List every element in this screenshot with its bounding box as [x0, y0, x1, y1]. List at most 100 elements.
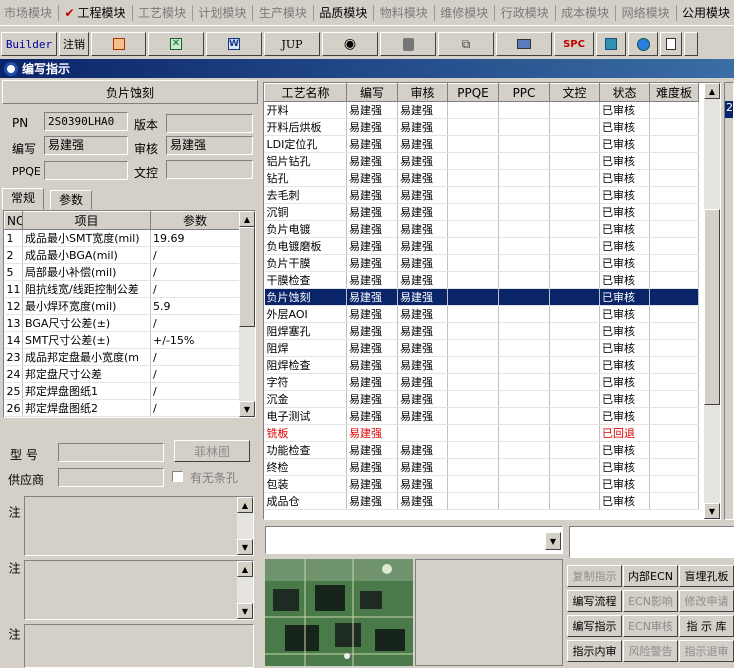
ppqe-field[interactable] — [44, 161, 128, 180]
grid-col-header[interactable]: 编写 — [347, 84, 398, 102]
table-row[interactable]: 外层AOI易建强易建强已审核 — [265, 306, 699, 323]
printer-icon[interactable] — [496, 32, 552, 56]
word-icon[interactable]: W — [206, 32, 262, 56]
param-row[interactable]: 26邦定焊盘图纸2/ — [5, 400, 240, 417]
menu-item-8[interactable]: 行政模块 — [497, 2, 553, 24]
order-note-field[interactable] — [24, 624, 254, 668]
scroll-down-icon[interactable]: ▼ — [237, 539, 253, 555]
spc-button[interactable]: SPC — [554, 32, 594, 56]
table-row[interactable]: 电子测试易建强易建强已审核 — [265, 408, 699, 425]
menu-item-11[interactable]: 公用模块 — [678, 2, 734, 24]
menu-item-6[interactable]: 物料模块 — [376, 2, 432, 24]
table-row[interactable]: 铝片钻孔易建强易建强已审核 — [265, 153, 699, 170]
table-row[interactable]: 干膜检查易建强易建强已审核 — [265, 272, 699, 289]
param-row[interactable]: 11阻抗线宽/线距控制公差/ — [5, 281, 240, 298]
action-button-11[interactable]: 指示退审 — [679, 640, 734, 662]
grid-col-header[interactable]: 审核 — [398, 84, 448, 102]
grid-col-header[interactable]: 工艺名称 — [265, 84, 347, 102]
builder-button[interactable]: Builder — [1, 32, 57, 56]
action-button-9[interactable]: 指示内审 — [567, 640, 622, 662]
table-row[interactable]: 阻焊塞孔易建强易建强已审核 — [265, 323, 699, 340]
model-note-field[interactable]: ▲▼ — [24, 560, 254, 620]
scroll-thumb[interactable] — [239, 227, 255, 327]
new-document-icon[interactable] — [660, 32, 682, 56]
params-scrollbar[interactable]: ▲ ▼ — [239, 211, 255, 417]
model-field[interactable] — [58, 443, 164, 462]
table-row[interactable]: 沉金易建强易建强已审核 — [265, 391, 699, 408]
action-button-2[interactable]: 盲埋孔板 — [679, 565, 734, 587]
table-row[interactable]: 终检易建强易建强已审核 — [265, 459, 699, 476]
param-row[interactable]: 13BGA尺寸公差(±)/ — [5, 315, 240, 332]
dropdown-arrow-icon[interactable]: ▼ — [545, 532, 561, 550]
table-row[interactable]: 铣板易建强已回退 — [265, 425, 699, 442]
right-input[interactable] — [569, 526, 734, 558]
scroll-up-icon[interactable]: ▲ — [237, 561, 253, 577]
scroll-down-icon[interactable]: ▼ — [237, 603, 253, 619]
grid-col-header[interactable]: 状态 — [600, 84, 650, 102]
param-row[interactable]: 25邦定焊盘图纸1/ — [5, 383, 240, 400]
process-note-field[interactable]: ▲▼ — [24, 496, 254, 556]
table-row[interactable]: 字符易建强易建强已审核 — [265, 374, 699, 391]
table-row[interactable]: LDI定位孔易建强易建强已审核 — [265, 136, 699, 153]
table-row[interactable]: 负片电镀易建强易建强已审核 — [265, 221, 699, 238]
tab-params[interactable]: 参数 — [50, 190, 92, 210]
author-field[interactable]: 易建强 — [44, 136, 128, 155]
tab-general[interactable]: 常规 — [2, 188, 44, 210]
param-row[interactable]: 24邦定盘尺寸公差/ — [5, 366, 240, 383]
scroll-down-icon[interactable]: ▼ — [239, 401, 255, 417]
action-button-4[interactable]: ECN影响 — [623, 590, 678, 612]
grid-col-header[interactable]: PPC — [499, 84, 550, 102]
table-row[interactable]: 包装易建强易建强已审核 — [265, 476, 699, 493]
action-button-7[interactable]: ECN审核 — [623, 615, 678, 637]
action-button-6[interactable]: 编写指示 — [567, 615, 622, 637]
menu-item-3[interactable]: 计划模块 — [194, 2, 250, 24]
table-row[interactable]: 阻焊检查易建强易建强已审核 — [265, 357, 699, 374]
eye-icon[interactable]: ◉ — [322, 32, 378, 56]
powerpoint-icon[interactable] — [91, 32, 146, 56]
grid-col-header[interactable]: 文控 — [550, 84, 600, 102]
table-row[interactable]: 成品仓易建强易建强已审核 — [265, 493, 699, 510]
browser-icon[interactable] — [628, 32, 658, 56]
hole-checkbox[interactable] — [172, 471, 183, 482]
param-row[interactable]: 5局部最小补偿(mil)/ — [5, 264, 240, 281]
jup-button[interactable]: JUP — [264, 32, 320, 56]
table-row[interactable]: 沉铜易建强易建强已审核 — [265, 204, 699, 221]
scroll-up-icon[interactable]: ▲ — [239, 211, 255, 227]
supplier-field[interactable] — [58, 468, 164, 487]
param-row[interactable]: 1成品最小SMT宽度(mil)19.69 — [5, 230, 240, 247]
col-item[interactable]: 项目 — [23, 212, 151, 230]
grid-col-header[interactable]: 难度板 — [650, 84, 699, 102]
scroll-up-icon[interactable]: ▲ — [704, 83, 720, 99]
logout-button[interactable]: 注销 — [59, 32, 89, 56]
table-row[interactable]: 去毛刺易建强易建强已审核 — [265, 187, 699, 204]
scroll-thumb[interactable] — [704, 209, 720, 405]
action-button-8[interactable]: 指 示 库 — [679, 615, 734, 637]
menu-item-10[interactable]: 网络模块 — [618, 2, 674, 24]
scroll-up-icon[interactable]: ▲ — [237, 497, 253, 513]
database-icon[interactable] — [380, 32, 436, 56]
review-field[interactable]: 易建强 — [166, 136, 253, 155]
col-value[interactable]: 参数 — [151, 212, 240, 230]
excel-icon[interactable]: ✕ — [148, 32, 204, 56]
action-button-1[interactable]: 内部ECN — [623, 565, 678, 587]
right-edge-cell[interactable]: 2 — [725, 101, 733, 118]
param-row[interactable]: 12最小焊环宽度(mil)5.9 — [5, 298, 240, 315]
action-button-10[interactable]: 风险警告 — [623, 640, 678, 662]
grid-scrollbar[interactable]: ▲ ▼ — [704, 83, 720, 519]
col-no[interactable]: NO — [5, 212, 23, 230]
param-row[interactable]: 14SMT尺寸公差(±)+/-15% — [5, 332, 240, 349]
action-button-3[interactable]: 编写流程 — [567, 590, 622, 612]
menu-item-0[interactable]: 市场模块 — [0, 2, 56, 24]
doc-control-field[interactable] — [166, 160, 253, 179]
process-combo[interactable]: ▼ — [265, 526, 563, 554]
table-row[interactable]: 负片蚀刻易建强易建强已审核 — [265, 289, 699, 306]
menu-item-7[interactable]: 维修模块 — [436, 2, 492, 24]
action-button-5[interactable]: 修改申请 — [679, 590, 734, 612]
menu-item-5[interactable]: 品质模块 — [315, 2, 371, 24]
version-field[interactable] — [166, 114, 253, 133]
table-row[interactable]: 功能检查易建强易建强已审核 — [265, 442, 699, 459]
film-diagram-button[interactable]: 菲林图 — [174, 440, 250, 462]
table-row[interactable]: 负电镀磨板易建强易建强已审核 — [265, 238, 699, 255]
param-row[interactable]: 2成品最小BGA(mil)/ — [5, 247, 240, 264]
menu-item-9[interactable]: 成本模块 — [557, 2, 613, 24]
